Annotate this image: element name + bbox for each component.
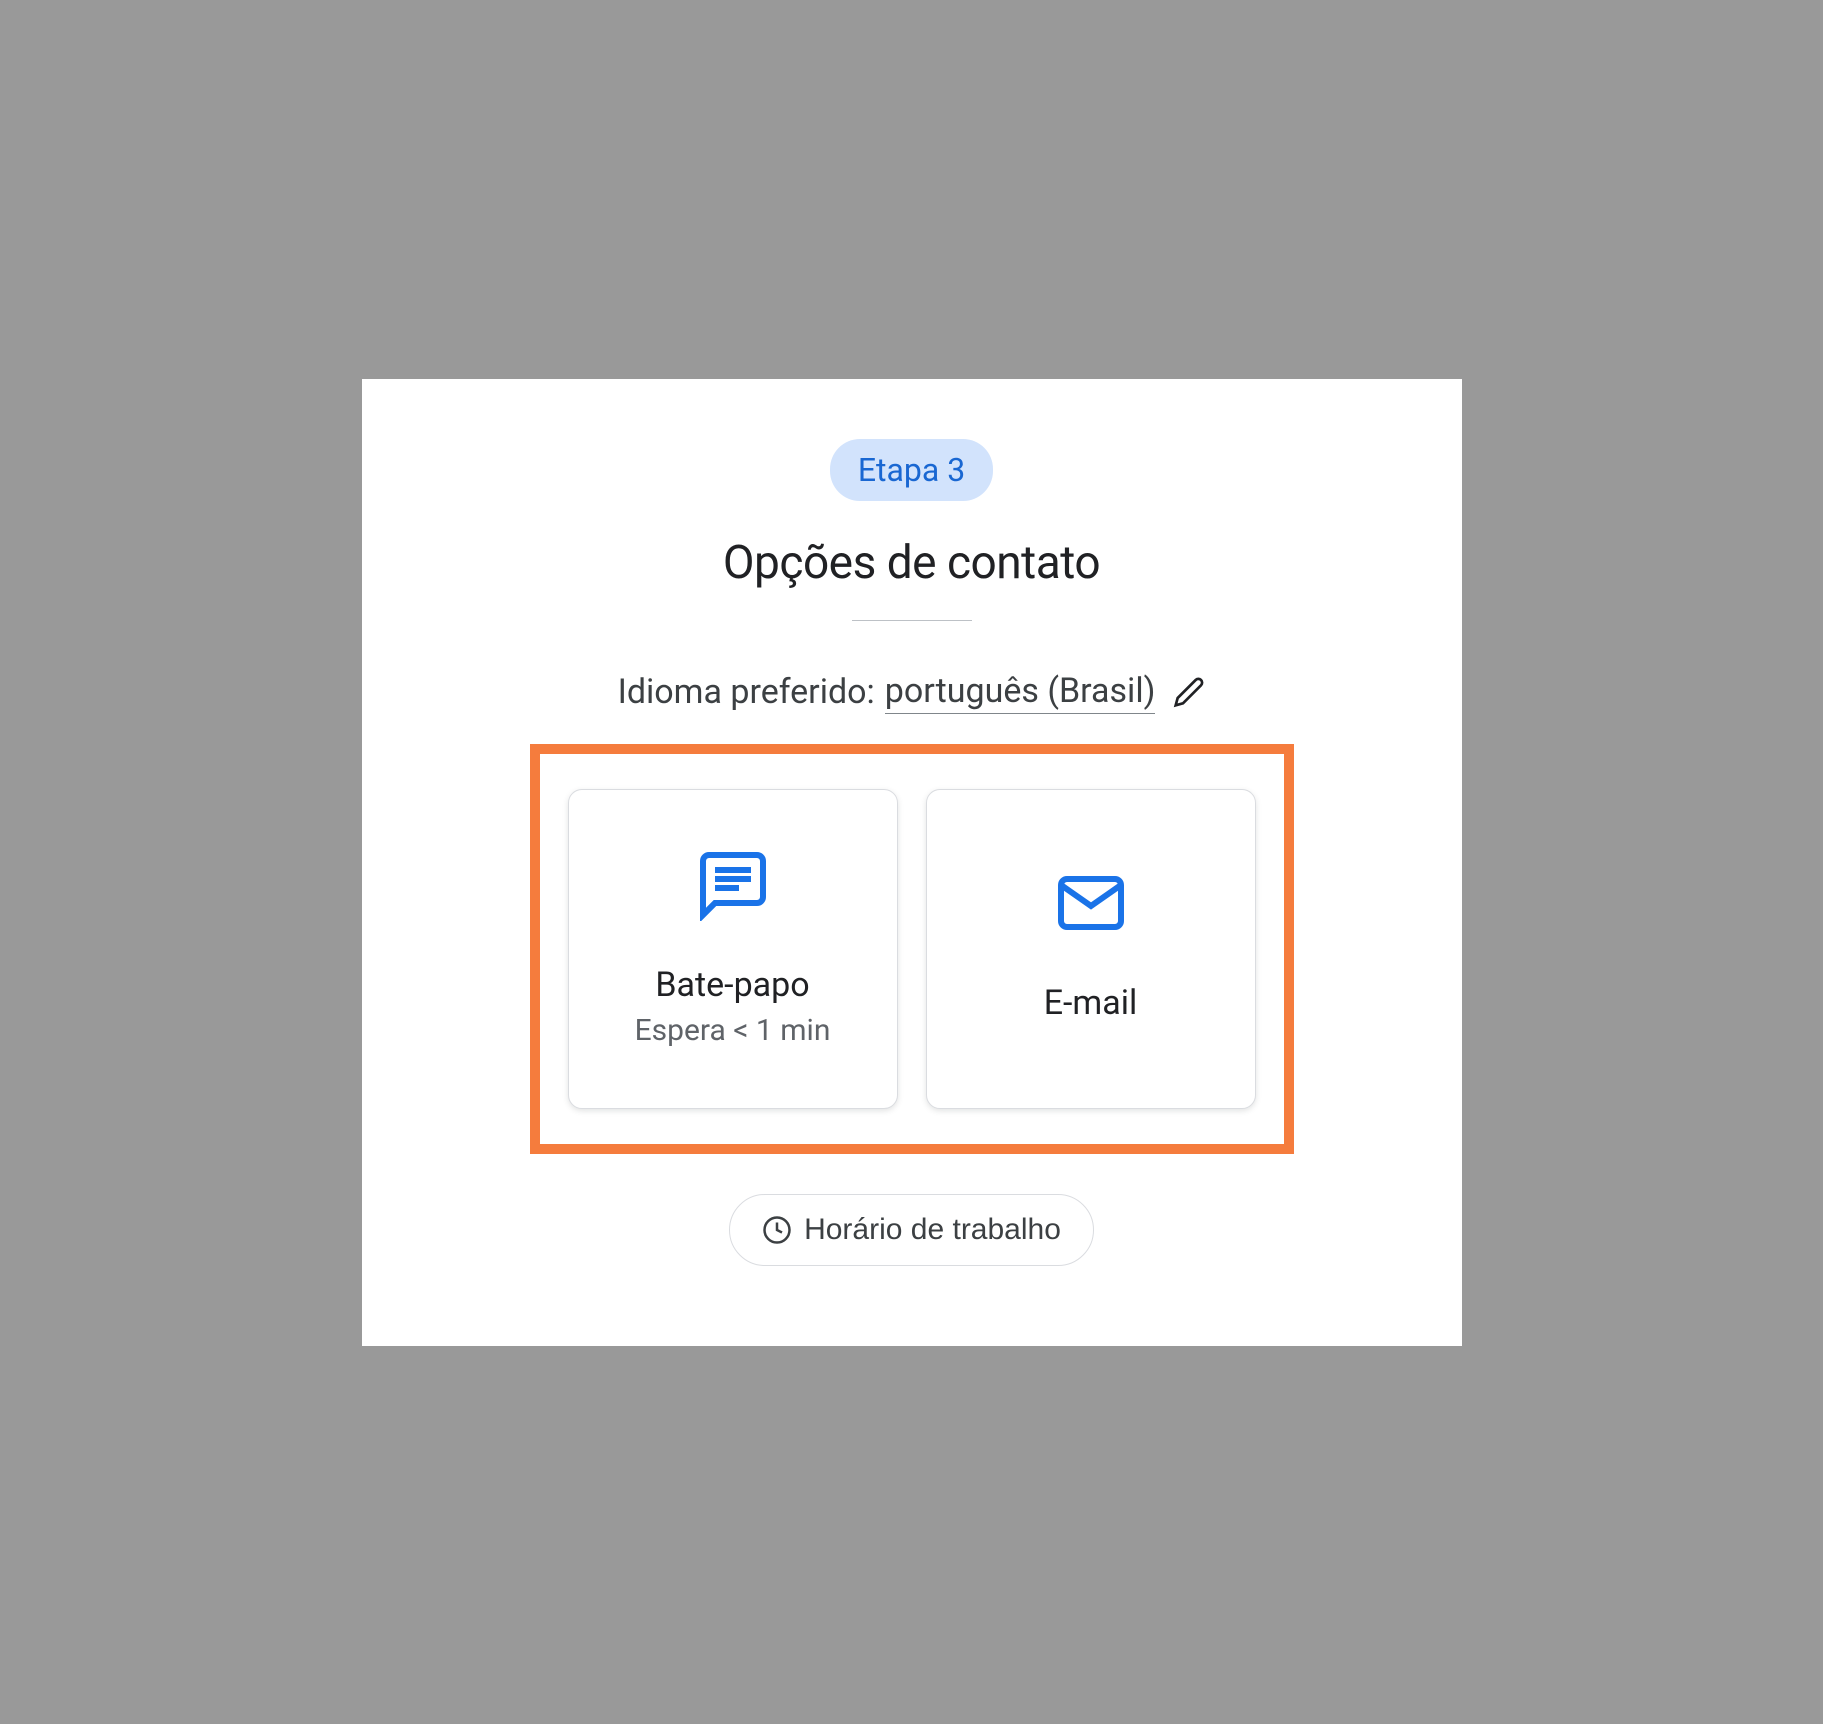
chat-card-subtitle: Espera < 1 min <box>635 1013 831 1048</box>
edit-language-button[interactable] <box>1173 676 1205 708</box>
contact-options-panel: Etapa 3 Opções de contato Idioma preferi… <box>362 379 1462 1346</box>
chat-icon <box>697 849 769 925</box>
working-hours-label: Horário de trabalho <box>804 1213 1061 1247</box>
working-hours-button[interactable]: Horário de trabalho <box>729 1194 1094 1266</box>
pencil-icon <box>1173 676 1205 708</box>
language-row: Idioma preferido: português (Brasil) <box>618 671 1206 714</box>
chat-option-card[interactable]: Bate-papo Espera < 1 min <box>568 789 898 1109</box>
clock-icon <box>762 1215 792 1245</box>
language-value: português (Brasil) <box>885 671 1156 714</box>
options-highlight-box: Bate-papo Espera < 1 min E-mail <box>530 744 1294 1154</box>
chat-card-title: Bate-papo <box>655 965 809 1005</box>
language-label: Idioma preferido: <box>618 672 875 712</box>
page-title: Opções de contato <box>723 536 1100 590</box>
divider <box>852 620 972 621</box>
mail-icon <box>1055 867 1127 943</box>
email-option-card[interactable]: E-mail <box>926 789 1256 1109</box>
step-badge: Etapa 3 <box>830 439 993 501</box>
email-card-title: E-mail <box>1044 983 1138 1023</box>
step-label: Etapa 3 <box>858 451 965 489</box>
